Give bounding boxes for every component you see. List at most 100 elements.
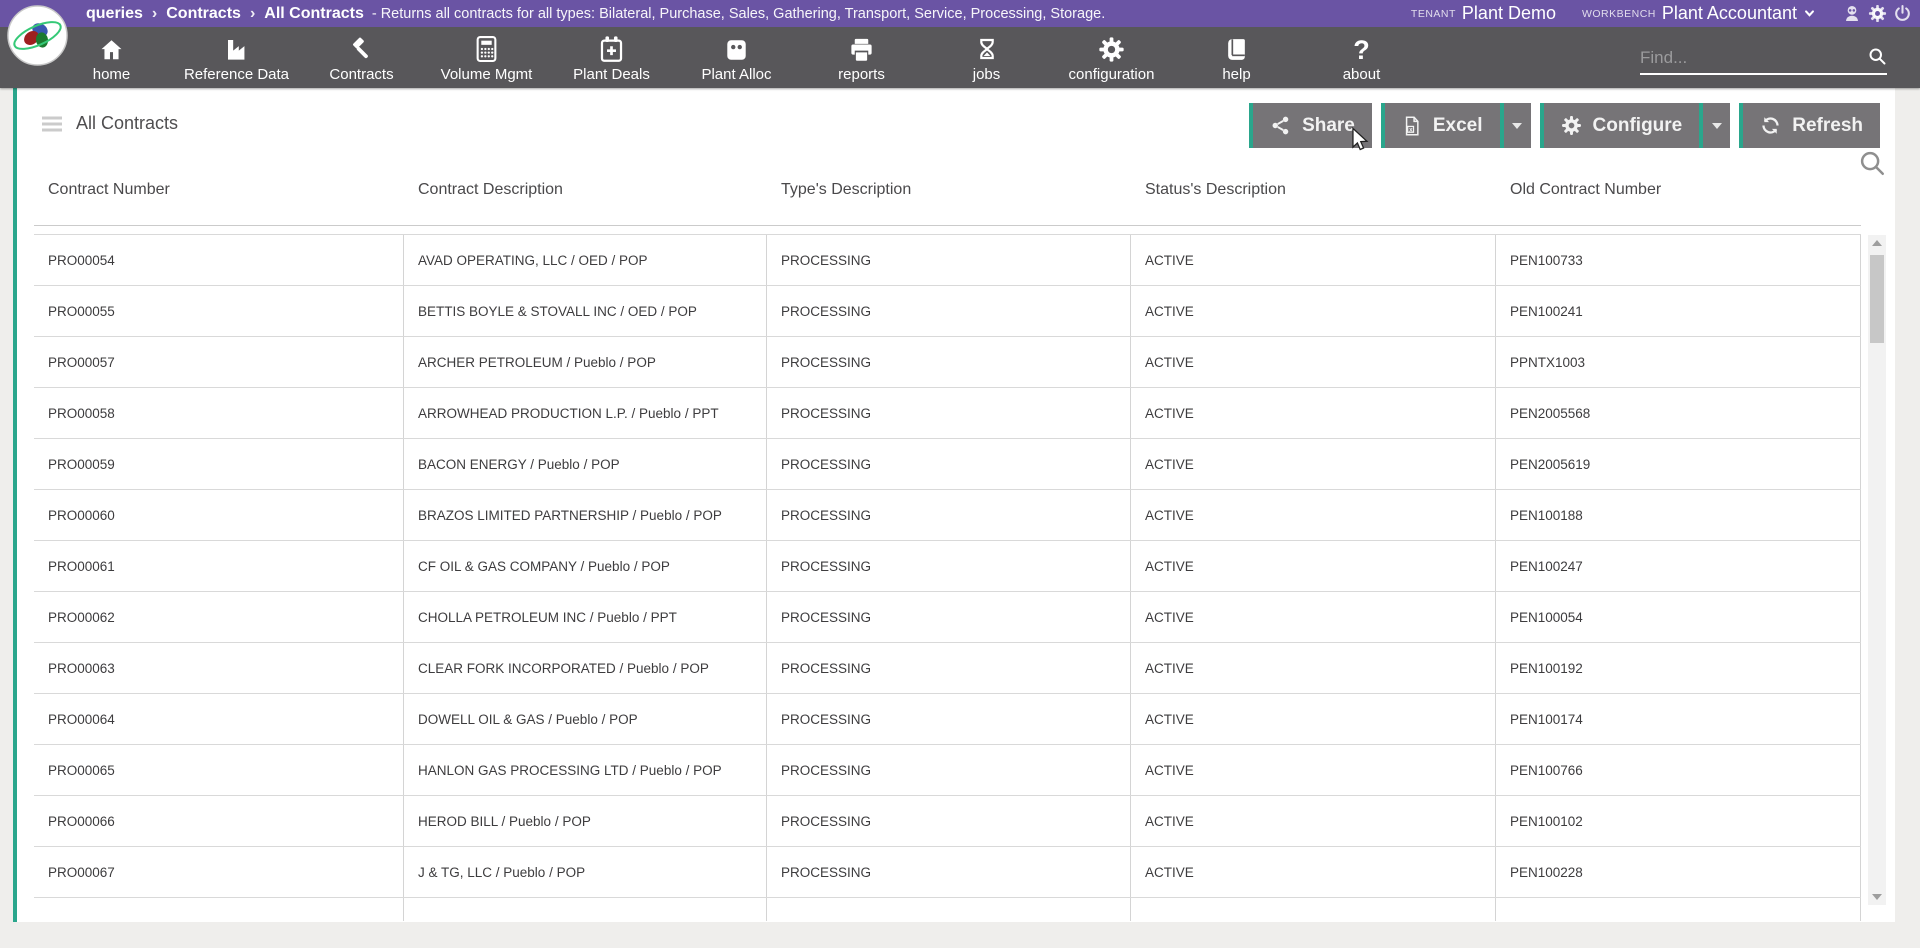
- breadcrumb-contracts[interactable]: Contracts: [166, 5, 241, 23]
- hourglass-icon: [975, 33, 999, 63]
- nav-item-help[interactable]: help: [1174, 27, 1299, 88]
- view-title: All Contracts: [42, 113, 178, 134]
- table-row[interactable]: PRO00061CF OIL & GAS COMPANY / Pueblo / …: [34, 541, 1861, 592]
- gear-icon[interactable]: [1868, 4, 1887, 23]
- vertical-scrollbar[interactable]: [1868, 235, 1886, 905]
- tenant-value: Plant Demo: [1462, 3, 1556, 24]
- nav-item-plant-alloc[interactable]: Plant Alloc: [674, 27, 799, 88]
- nav-item-configuration[interactable]: configuration: [1049, 27, 1174, 88]
- table-cell: PRO00063: [34, 643, 404, 693]
- table-cell: ACTIVE: [1131, 745, 1496, 795]
- excel-button[interactable]: x Excel: [1381, 103, 1500, 148]
- table-cell: ACTIVE: [1131, 847, 1496, 897]
- excel-file-icon: x: [1402, 115, 1422, 137]
- app-logo[interactable]: [7, 5, 68, 66]
- table-cell: PRO00064: [34, 694, 404, 744]
- table-row[interactable]: PRO00054AVAD OPERATING, LLC / OED / POPP…: [34, 235, 1861, 286]
- triangle-up-icon: [1872, 240, 1882, 246]
- refresh-button[interactable]: Refresh: [1739, 103, 1880, 148]
- table-cell: PEN100241: [1496, 286, 1861, 336]
- table-row[interactable]: PRO00064DOWELL OIL & GAS / Pueblo / POPP…: [34, 694, 1861, 745]
- nav-item-volume-mgmt[interactable]: Volume Mgmt: [424, 27, 549, 88]
- tenant-label: TENANT: [1411, 8, 1456, 20]
- table-cell: PRO00057: [34, 337, 404, 387]
- table-row-partial: [34, 898, 1861, 921]
- breadcrumb-queries[interactable]: queries: [86, 5, 143, 23]
- table-cell: ARROWHEAD PRODUCTION L.P. / Pueblo / PPT: [404, 388, 767, 438]
- nav-item-contracts[interactable]: Contracts: [299, 27, 424, 88]
- table-cell: CF OIL & GAS COMPANY / Pueblo / POP: [404, 541, 767, 591]
- table-cell: PEN100054: [1496, 592, 1861, 642]
- table-cell: PRO00060: [34, 490, 404, 540]
- configure-dropdown-button[interactable]: [1699, 103, 1730, 148]
- scrollbar-thumb[interactable]: [1870, 255, 1884, 343]
- caret-down-icon: [1512, 123, 1522, 129]
- page-title: All Contracts: [76, 113, 178, 134]
- user-icon[interactable]: [1842, 4, 1862, 23]
- excel-split-button: x Excel: [1381, 103, 1531, 148]
- nav-item-about[interactable]: ? about: [1299, 27, 1424, 88]
- table-row[interactable]: PRO00063CLEAR FORK INCORPORATED / Pueblo…: [34, 643, 1861, 694]
- table-cell: PEN100192: [1496, 643, 1861, 693]
- calculator-icon: [474, 33, 499, 63]
- question-icon: ?: [1353, 33, 1370, 63]
- column-header-statuss-description[interactable]: Status's Description: [1131, 181, 1496, 199]
- share-icon: [1270, 115, 1291, 136]
- table-cell: [1496, 898, 1861, 921]
- table-row[interactable]: PRO00066HEROD BILL / Pueblo / POPPROCESS…: [34, 796, 1861, 847]
- nav-item-plant-deals[interactable]: Plant Deals: [549, 27, 674, 88]
- breadcrumb-all-contracts[interactable]: All Contracts: [264, 5, 364, 23]
- table-row[interactable]: PRO00065HANLON GAS PROCESSING LTD / Pueb…: [34, 745, 1861, 796]
- workbench-selector[interactable]: WORKBENCH Plant Accountant: [1582, 3, 1816, 24]
- column-header-old-contract-number[interactable]: Old Contract Number: [1496, 181, 1861, 199]
- nav-item-reports[interactable]: reports: [799, 27, 924, 88]
- table-cell: [767, 898, 1131, 921]
- table-cell: HEROD BILL / Pueblo / POP: [404, 796, 767, 846]
- table-cell: PEN100188: [1496, 490, 1861, 540]
- table-cell: PRO00059: [34, 439, 404, 489]
- table-row[interactable]: PRO00058ARROWHEAD PRODUCTION L.P. / Pueb…: [34, 388, 1861, 439]
- table-cell: PROCESSING: [767, 592, 1131, 642]
- table-row[interactable]: PRO00060BRAZOS LIMITED PARTNERSHIP / Pue…: [34, 490, 1861, 541]
- configure-button[interactable]: Configure: [1540, 103, 1700, 148]
- column-header-contract-number[interactable]: Contract Number: [34, 181, 404, 199]
- table-cell: CLEAR FORK INCORPORATED / Pueblo / POP: [404, 643, 767, 693]
- excel-dropdown-button[interactable]: [1500, 103, 1531, 148]
- search-icon[interactable]: [1867, 46, 1887, 71]
- table-row[interactable]: PRO00057ARCHER PETROLEUM / Pueblo / POPP…: [34, 337, 1861, 388]
- table-cell: PRO00061: [34, 541, 404, 591]
- table-row[interactable]: PRO00062CHOLLA PETROLEUM INC / Pueblo / …: [34, 592, 1861, 643]
- table-row[interactable]: PRO00067J & TG, LLC / Pueblo / POPPROCES…: [34, 847, 1861, 898]
- table-cell: PROCESSING: [767, 694, 1131, 744]
- grid-body: PRO00054AVAD OPERATING, LLC / OED / POPP…: [34, 234, 1861, 921]
- table-cell: ACTIVE: [1131, 541, 1496, 591]
- nav-item-jobs[interactable]: jobs: [924, 27, 1049, 88]
- scroll-up-button[interactable]: [1868, 235, 1886, 251]
- column-header-contract-description[interactable]: Contract Description: [404, 181, 767, 199]
- table-cell: PRO00067: [34, 847, 404, 897]
- toolbar-actions: Share x Excel: [1249, 103, 1880, 148]
- table-cell: PROCESSING: [767, 847, 1131, 897]
- table-cell: ACTIVE: [1131, 337, 1496, 387]
- table-row[interactable]: PRO00055BETTIS BOYLE & STOVALL INC / OED…: [34, 286, 1861, 337]
- table-cell: PEN2005619: [1496, 439, 1861, 489]
- table-cell: PEN100174: [1496, 694, 1861, 744]
- breadcrumb: queries › Contracts › All Contracts - Re…: [86, 5, 1105, 23]
- table-cell: ACTIVE: [1131, 388, 1496, 438]
- table-row[interactable]: PRO00059BACON ENERGY / Pueblo / POPPROCE…: [34, 439, 1861, 490]
- table-cell: J & TG, LLC / Pueblo / POP: [404, 847, 767, 897]
- column-header-types-description[interactable]: Type's Description: [767, 181, 1131, 199]
- contracts-grid: Contract Number Contract Description Typ…: [34, 154, 1861, 921]
- table-cell: ACTIVE: [1131, 235, 1496, 285]
- chevron-down-icon: [1803, 8, 1816, 19]
- table-cell: PEN100766: [1496, 745, 1861, 795]
- table-cell: ACTIVE: [1131, 439, 1496, 489]
- scroll-down-button[interactable]: [1868, 889, 1886, 905]
- power-icon[interactable]: [1893, 4, 1912, 23]
- table-cell: PROCESSING: [767, 643, 1131, 693]
- book-icon: [1224, 33, 1249, 63]
- nav-item-reference-data[interactable]: Reference Data: [174, 27, 299, 88]
- share-button[interactable]: Share: [1249, 103, 1372, 148]
- grid-search-icon[interactable]: [1857, 148, 1887, 183]
- find-input[interactable]: [1640, 48, 1861, 68]
